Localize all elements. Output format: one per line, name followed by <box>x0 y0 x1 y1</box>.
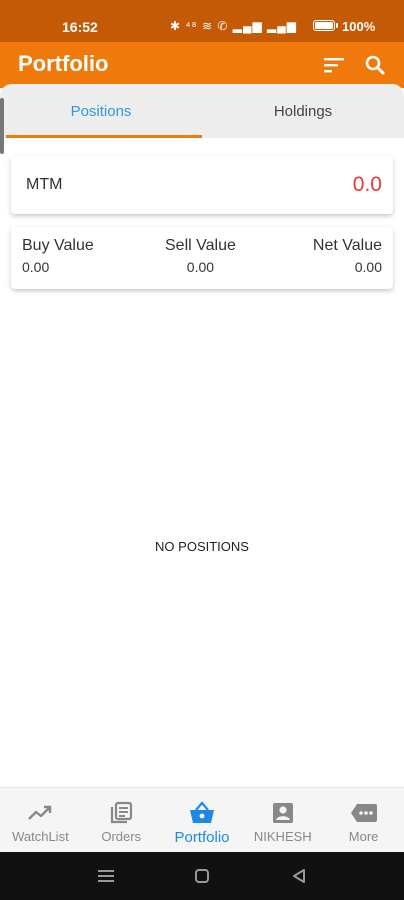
sell-value-column: Sell Value 0.00 <box>165 237 236 275</box>
status-time: 16:52 <box>62 19 98 35</box>
nav-label-orders: Orders <box>101 829 142 844</box>
battery-icon <box>313 20 338 31</box>
nav-orders[interactable]: Orders <box>81 788 162 852</box>
net-value-label: Net Value <box>312 237 382 254</box>
mtm-card: MTM 0.0 <box>11 156 393 214</box>
status-icons: ✱ ⁴⁸ ≋ ✆ ▂▄▆ ▂▄▆ <box>170 19 297 33</box>
system-nav-bar <box>0 852 404 900</box>
empty-state-message: NO POSITIONS <box>155 539 249 554</box>
back-triangle-icon <box>293 869 305 883</box>
tab-bar: Positions Holdings <box>0 84 404 138</box>
buy-value: 0.00 <box>22 259 50 275</box>
search-icon <box>365 55 385 75</box>
buy-value-label: Buy Value <box>22 237 94 254</box>
sell-value-label: Sell Value <box>165 237 236 254</box>
nav-label-watchlist: WatchList <box>12 829 69 844</box>
more-icon <box>350 804 377 822</box>
battery-percent: 100% <box>342 19 376 34</box>
app-bar: Portfolio <box>0 42 404 88</box>
recent-apps-button[interactable] <box>94 864 118 888</box>
net-value-column: Net Value 0.00 <box>313 237 382 275</box>
menu-icon <box>98 870 114 882</box>
sell-value: 0.00 <box>186 259 215 275</box>
portfolio-sheet: Positions Holdings MTM 0.0 Buy Value 0.0… <box>0 84 404 787</box>
bottom-nav: WatchList Orders Portfolio NIKHESH More <box>0 787 404 852</box>
trending-up-icon <box>28 805 52 820</box>
back-button[interactable] <box>287 864 311 888</box>
nav-label-portfolio: Portfolio <box>174 829 230 846</box>
nav-portfolio[interactable]: Portfolio <box>162 788 243 852</box>
nav-account[interactable]: NIKHESH <box>242 788 323 852</box>
nav-label-more: More <box>348 829 379 844</box>
nav-watchlist[interactable]: WatchList <box>0 788 81 852</box>
status-bar: 16:52 ✱ ⁴⁸ ≋ ✆ ▂▄▆ ▂▄▆ 100% <box>0 0 404 42</box>
basket-icon <box>189 801 214 823</box>
nav-label-account: NIKHESH <box>253 829 312 844</box>
scroll-indicator <box>0 98 4 154</box>
tab-holdings[interactable]: Holdings <box>202 84 404 138</box>
search-button[interactable] <box>360 50 390 80</box>
battery-level <box>315 22 333 29</box>
filter-icon <box>324 58 344 73</box>
mtm-label: MTM <box>26 176 63 193</box>
filter-button[interactable] <box>319 50 349 80</box>
tab-positions[interactable]: Positions <box>0 84 202 138</box>
account-icon <box>272 803 293 823</box>
orders-icon <box>111 801 133 824</box>
nav-more[interactable]: More <box>323 788 404 852</box>
home-square-icon <box>195 869 209 883</box>
net-value: 0.00 <box>354 259 382 275</box>
value-summary-card: Buy Value 0.00 Sell Value 0.00 Net Value… <box>11 227 393 289</box>
mtm-value: 0.0 <box>352 173 382 196</box>
page-title: Portfolio <box>18 51 109 76</box>
buy-value-column: Buy Value 0.00 <box>22 237 94 275</box>
home-button[interactable] <box>190 864 214 888</box>
